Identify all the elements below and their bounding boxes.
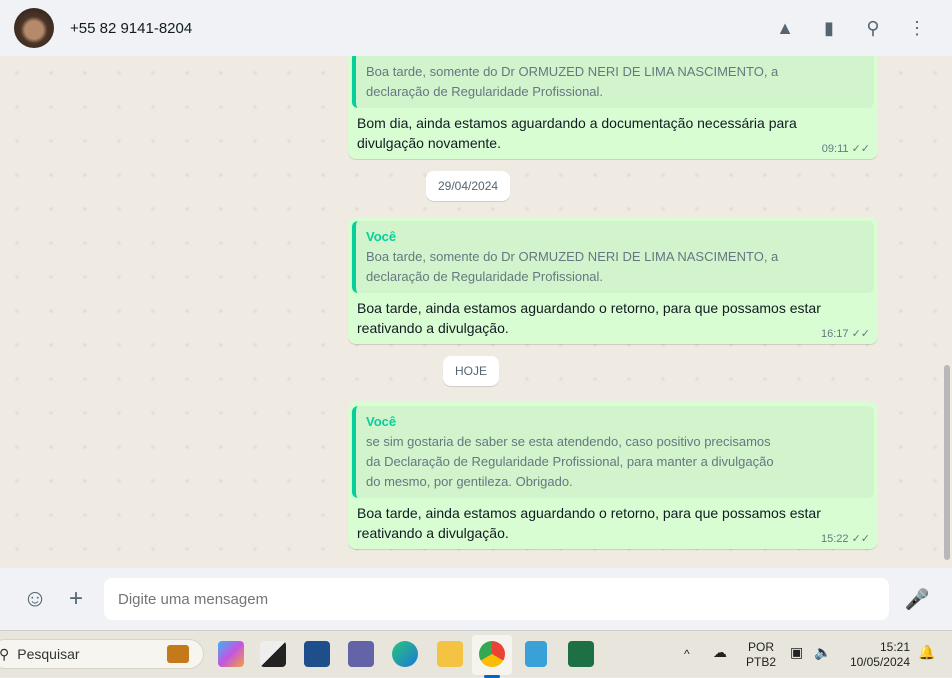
message-time: 15:22 ✓✓ bbox=[820, 533, 870, 545]
copilot-icon[interactable] bbox=[218, 641, 244, 667]
double-check-icon: ✓✓ bbox=[851, 533, 870, 545]
volume-icon[interactable]: 🔈 bbox=[814, 645, 831, 660]
search-icon: ⚲ bbox=[0, 645, 10, 662]
quote-text: Boa tarde, somente do Dr ORMUZED NERI DE… bbox=[366, 64, 779, 99]
microphone-icon[interactable]: 🎤 bbox=[902, 587, 932, 612]
archive-icon[interactable]: ▲ bbox=[774, 18, 796, 39]
app-icon[interactable] bbox=[260, 641, 286, 667]
taskbar-search[interactable]: ⚲ Pesquisar bbox=[0, 639, 204, 669]
quoted-message[interactable]: Você se sim gostaria de saber se esta at… bbox=[352, 406, 874, 498]
message-text: Boa tarde, ainda estamos aguardando o re… bbox=[357, 300, 821, 336]
scrollbar[interactable] bbox=[944, 365, 950, 560]
quote-author: Você bbox=[366, 414, 397, 429]
message-input[interactable] bbox=[104, 578, 889, 620]
network-icon[interactable]: ▣ bbox=[790, 645, 803, 660]
store-icon[interactable] bbox=[304, 641, 330, 667]
quote-author: Você bbox=[366, 229, 397, 244]
message-text: Bom dia, ainda estamos aguardando a docu… bbox=[357, 115, 797, 151]
teams-icon[interactable] bbox=[348, 641, 374, 667]
message-time: 09:11 ✓✓ bbox=[821, 143, 870, 155]
excel-icon[interactable] bbox=[568, 641, 594, 667]
cloud-off-icon[interactable]: ☁ bbox=[713, 645, 727, 660]
search-label: Pesquisar bbox=[17, 646, 80, 662]
message-bubble[interactable]: Você se sim gostaria de saber se esta at… bbox=[348, 402, 878, 549]
file-explorer-icon[interactable] bbox=[437, 641, 463, 667]
chrome-icon[interactable] bbox=[479, 641, 505, 667]
edge-icon[interactable] bbox=[392, 641, 418, 667]
notepad-icon[interactable] bbox=[525, 641, 547, 667]
notification-bell-icon[interactable]: 🔔 bbox=[918, 645, 935, 660]
message-text: Boa tarde, ainda estamos aguardando o re… bbox=[357, 505, 821, 541]
avatar[interactable] bbox=[14, 8, 54, 48]
briefcase-icon bbox=[167, 645, 189, 663]
double-check-icon: ✓✓ bbox=[851, 328, 870, 340]
chevron-up-icon[interactable]: ^ bbox=[684, 647, 690, 662]
label-icon[interactable]: ▮ bbox=[818, 18, 840, 39]
date-separator: 29/04/2024 bbox=[426, 171, 511, 201]
message-bubble[interactable]: Você Boa tarde, somente do Dr ORMUZED NE… bbox=[348, 217, 878, 344]
search-icon[interactable]: ⚲ bbox=[862, 18, 884, 39]
contact-name[interactable]: +55 82 9141-8204 bbox=[70, 20, 192, 37]
taskbar: ⚲ Pesquisar ^ ☁ POR PTB2 ▣ 🔈 15:21 10/05/2… bbox=[0, 630, 952, 678]
quote-text: Boa tarde, somente do Dr ORMUZED NERI DE… bbox=[366, 249, 779, 284]
quoted-message[interactable]: Boa tarde, somente do Dr ORMUZED NERI DE… bbox=[352, 56, 874, 108]
quoted-message[interactable]: Você Boa tarde, somente do Dr ORMUZED NE… bbox=[352, 221, 874, 293]
menu-icon[interactable]: ⋮ bbox=[906, 18, 928, 39]
message-bubble[interactable]: Boa tarde, somente do Dr ORMUZED NERI DE… bbox=[348, 56, 878, 159]
chat-header: +55 82 9141-8204 ▲ ▮ ⚲ ⋮ bbox=[0, 0, 952, 56]
attach-plus-icon[interactable]: + bbox=[61, 585, 91, 613]
composer: ☺ + 🎤 bbox=[0, 568, 952, 630]
date-separator: HOJE bbox=[443, 356, 500, 386]
emoji-icon[interactable]: ☺ bbox=[20, 585, 50, 613]
double-check-icon: ✓✓ bbox=[851, 143, 870, 155]
message-list: Boa tarde, somente do Dr ORMUZED NERI DE… bbox=[0, 56, 952, 568]
clock[interactable]: 15:21 10/05/2024 bbox=[846, 640, 910, 670]
quote-text: se sim gostaria de saber se esta atenden… bbox=[366, 434, 774, 489]
message-time: 16:17 ✓✓ bbox=[820, 328, 870, 340]
language-indicator[interactable]: POR PTB2 bbox=[746, 640, 776, 670]
